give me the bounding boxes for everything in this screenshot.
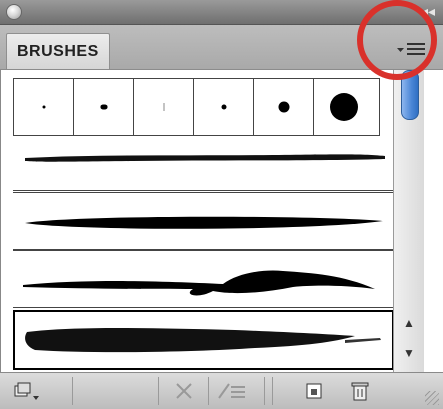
options-of-selected-object-button[interactable] xyxy=(214,377,250,405)
delete-brush-icon xyxy=(351,382,369,401)
remove-brush-stroke-icon xyxy=(176,383,192,399)
thin-charcoal-stroke-shape xyxy=(25,154,385,162)
rough-paint-stroke-shape xyxy=(25,328,381,353)
brush-stroke-decorative-swash[interactable] xyxy=(13,250,393,308)
brush-dab-4[interactable] xyxy=(194,79,254,135)
new-brush-icon xyxy=(306,383,322,399)
brush-dab-6[interactable] xyxy=(314,79,374,135)
resize-grip-icon[interactable] xyxy=(425,391,439,405)
brush-stroke-rough-paint[interactable] xyxy=(13,310,394,370)
brush-stroke-thin-charcoal[interactable] xyxy=(13,134,393,191)
scroll-up-arrow-icon[interactable]: ▲ xyxy=(402,316,416,330)
options-of-selected-object-icon xyxy=(218,383,245,399)
toolbar-separator xyxy=(72,377,73,405)
toolbar-separator xyxy=(272,377,273,405)
tab-label: BRUSHES xyxy=(17,43,99,60)
thick-tapered-stroke-shape xyxy=(25,216,383,229)
brush-dab-2[interactable] xyxy=(74,79,134,135)
scroll-down-arrow-icon[interactable]: ▼ xyxy=(402,346,416,360)
new-brush-button[interactable] xyxy=(296,377,332,405)
highlight-ring xyxy=(357,0,437,80)
toolbar-separator xyxy=(264,377,265,405)
tab-brushes[interactable]: BRUSHES xyxy=(6,33,110,69)
remove-brush-stroke-button[interactable] xyxy=(166,377,202,405)
brush-dab-3[interactable] xyxy=(134,79,194,135)
brushes-panel: ◂◂ BRUSHES ▲ ▼ xyxy=(0,0,443,409)
calligraphic-dab-row xyxy=(13,78,380,136)
brush-dab-1[interactable] xyxy=(14,79,74,135)
bottom-toolbar xyxy=(0,372,443,409)
brush-stroke-thick-tapered[interactable] xyxy=(13,192,393,250)
delete-brush-button[interactable] xyxy=(342,377,378,405)
vertical-scrollbar[interactable]: ▲ ▼ xyxy=(393,70,424,372)
brush-libraries-menu-button[interactable] xyxy=(8,377,44,405)
brush-list[interactable] xyxy=(0,70,394,372)
brush-dab-5[interactable] xyxy=(254,79,314,135)
decorative-swash-stroke-shape xyxy=(23,270,375,296)
close-icon[interactable] xyxy=(6,4,22,20)
toolbar-separator xyxy=(158,377,159,405)
toolbar-separator xyxy=(208,377,209,405)
brush-libraries-menu-icon xyxy=(14,382,39,400)
